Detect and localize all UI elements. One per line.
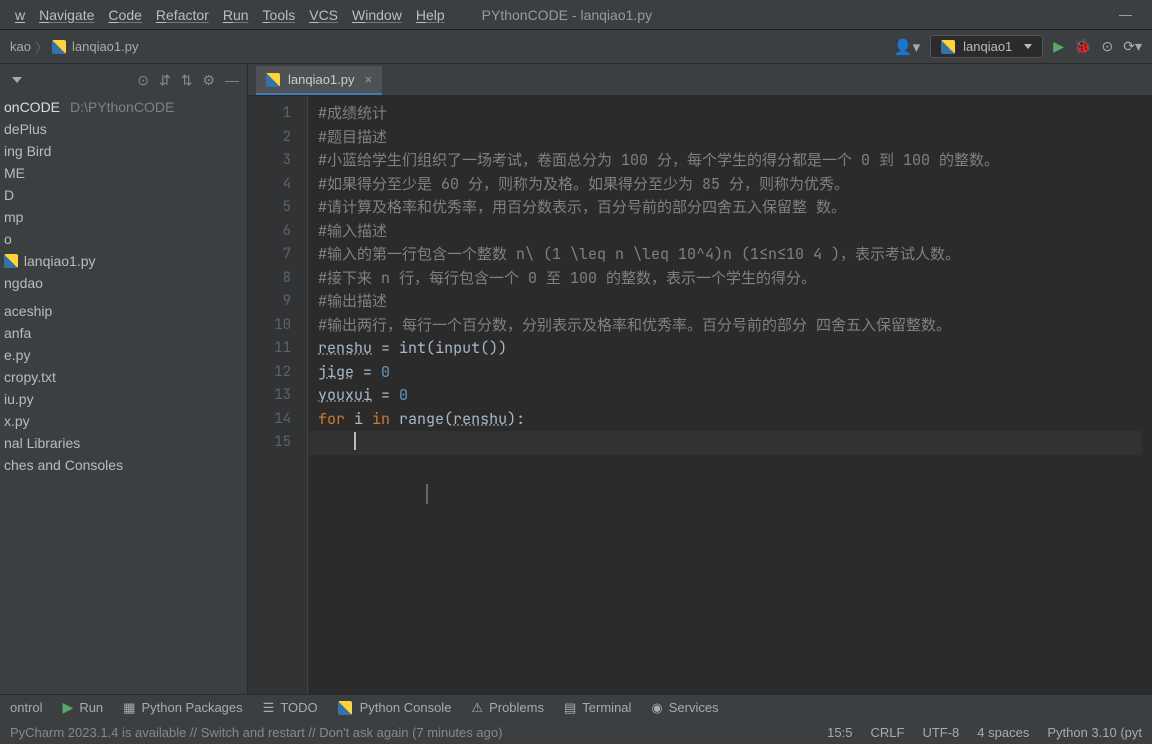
menu-refactor[interactable]: Refactor: [149, 7, 216, 23]
play-icon: ▶: [63, 699, 74, 716]
menu-run[interactable]: Run: [216, 7, 256, 23]
collapse-icon[interactable]: ⇅: [181, 72, 193, 89]
toolbar-right: 👤▾ lanqiao1 ▶ 🐞 ⊙ ⟳▾: [894, 35, 1142, 58]
tree-item[interactable]: ches and Consoles: [0, 454, 247, 476]
tree-item[interactable]: nal Libraries: [0, 432, 247, 454]
expand-icon[interactable]: ⇵: [159, 72, 171, 89]
python-file-icon: [52, 40, 66, 54]
tree-item[interactable]: anfa: [0, 322, 247, 344]
run-button[interactable]: ▶: [1053, 38, 1064, 55]
gear-icon[interactable]: ⚙: [202, 72, 215, 89]
code-content[interactable]: #成绩统计 #题目描述 #小蓝给学生们组织了一场考试，卷面总分为 100 分，每…: [308, 96, 1152, 694]
status-bar: PyCharm 2023.1.4 is available // Switch …: [0, 720, 1152, 744]
status-message[interactable]: PyCharm 2023.1.4 is available // Switch …: [10, 725, 502, 740]
more-button[interactable]: ⟳▾: [1123, 38, 1142, 55]
packages-tab[interactable]: ▦Python Packages: [123, 700, 242, 716]
tree-item[interactable]: x.py: [0, 410, 247, 432]
menu-view[interactable]: w: [8, 7, 32, 23]
tree-item[interactable]: cropy.txt: [0, 366, 247, 388]
menu-tools[interactable]: Tools: [256, 7, 303, 23]
tab-bar: lanqiao1.py ×: [248, 64, 1152, 96]
tree-item[interactable]: mp: [0, 206, 247, 228]
python-icon: [338, 701, 352, 715]
text-cursor-icon: [426, 484, 428, 504]
menu-window[interactable]: Window: [345, 7, 409, 23]
tree-item[interactable]: ME: [0, 162, 247, 184]
tool-window-bar: ontrol ▶Run ▦Python Packages ☰TODO Pytho…: [0, 694, 1152, 720]
python-icon: [941, 40, 955, 54]
menu-code[interactable]: Code: [101, 7, 148, 23]
tree-item[interactable]: o: [0, 228, 247, 250]
line-separator[interactable]: CRLF: [870, 725, 904, 740]
tree-item[interactable]: e.py: [0, 344, 247, 366]
menu-bar: w Navigate Code Refactor Run Tools VCS W…: [0, 0, 1152, 30]
window-title: PYthonCODE - lanqiao1.py: [482, 7, 652, 23]
tree-item[interactable]: dePlus: [0, 118, 247, 140]
tree-item[interactable]: aceship: [0, 300, 247, 322]
problems-tab[interactable]: ⚠Problems: [471, 700, 544, 716]
minimize-icon[interactable]: —: [225, 72, 239, 88]
tree-item[interactable]: ngdao: [0, 272, 247, 294]
cursor-position[interactable]: 15:5: [827, 725, 852, 740]
chevron-right-icon: 〉: [35, 37, 48, 56]
python-file-icon: [266, 73, 280, 87]
version-control-tab[interactable]: ontrol: [10, 700, 43, 715]
breadcrumb-item[interactable]: lanqiao1.py: [72, 39, 139, 54]
tree-item[interactable]: ing Bird: [0, 140, 247, 162]
minimize-button[interactable]: —: [1107, 7, 1144, 22]
tree-item[interactable]: D: [0, 184, 247, 206]
terminal-tab[interactable]: ▤Terminal: [564, 700, 631, 716]
gutter: 1 2 3 4 5 6 7 8 9 10 11 12 13 14 15: [248, 96, 308, 694]
nav-bar: kao 〉 lanqiao1.py 👤▾ lanqiao1 ▶ 🐞 ⊙ ⟳▾: [0, 30, 1152, 64]
chevron-down-icon[interactable]: [12, 77, 22, 83]
encoding[interactable]: UTF-8: [922, 725, 959, 740]
debug-button[interactable]: 🐞: [1074, 38, 1091, 55]
indent[interactable]: 4 spaces: [977, 725, 1029, 740]
run-config-selector[interactable]: lanqiao1: [930, 35, 1043, 58]
target-icon[interactable]: ⊙: [137, 72, 149, 89]
caret-icon: [354, 432, 356, 450]
todo-icon: ☰: [263, 700, 275, 716]
menu-navigate[interactable]: Navigate: [32, 7, 101, 23]
python-file-icon: [4, 254, 18, 268]
console-tab[interactable]: Python Console: [338, 700, 452, 715]
warning-icon: ⚠: [471, 700, 483, 716]
package-icon: ▦: [123, 700, 135, 716]
menu-help[interactable]: Help: [409, 7, 452, 23]
menu-vcs[interactable]: VCS: [302, 7, 345, 23]
terminal-icon: ▤: [564, 700, 576, 716]
run-config-label: lanqiao1: [963, 39, 1012, 54]
editor-tab[interactable]: lanqiao1.py ×: [256, 66, 382, 95]
editor: lanqiao1.py × 1 2 3 4 5 6 7 8 9 10 11 12…: [248, 64, 1152, 694]
interpreter[interactable]: Python 3.10 (pyt: [1047, 725, 1142, 740]
project-tree: ⊙ ⇵ ⇅ ⚙ — onCODED:\PYthonCODE dePlus ing…: [0, 64, 248, 694]
todo-tab[interactable]: ☰TODO: [263, 700, 318, 716]
run-tab[interactable]: ▶Run: [63, 699, 104, 716]
close-icon[interactable]: ×: [365, 72, 373, 87]
code-area[interactable]: 1 2 3 4 5 6 7 8 9 10 11 12 13 14 15 #成绩统…: [248, 96, 1152, 694]
coverage-button[interactable]: ⊙: [1102, 38, 1114, 55]
person-icon[interactable]: 👤▾: [894, 38, 920, 56]
tree-item[interactable]: iu.py: [0, 388, 247, 410]
tree-toolbar: ⊙ ⇵ ⇅ ⚙ —: [0, 64, 247, 96]
services-tab[interactable]: ◉Services: [651, 700, 718, 716]
tree-item[interactable]: lanqiao1.py: [0, 250, 247, 272]
tree-root[interactable]: onCODED:\PYthonCODE: [0, 96, 247, 118]
services-icon: ◉: [651, 700, 662, 716]
breadcrumb: kao 〉 lanqiao1.py: [10, 37, 138, 56]
tab-label: lanqiao1.py: [288, 72, 355, 87]
breadcrumb-item[interactable]: kao: [10, 39, 31, 54]
chevron-down-icon: [1024, 44, 1032, 49]
